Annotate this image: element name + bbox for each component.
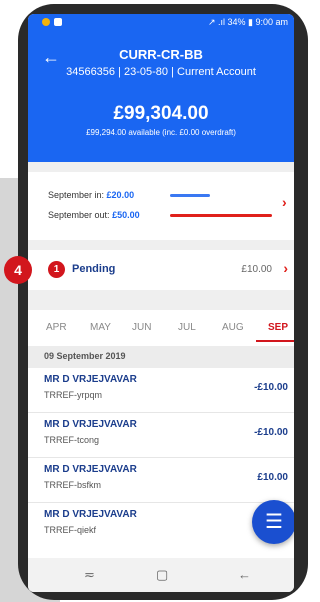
step-callout: 4 — [4, 256, 32, 284]
transaction-ref: TRREF-yrpqm — [44, 390, 102, 400]
money-out-row: September out: £50.00 — [48, 210, 140, 220]
month-tabs: APR MAY JUN JUL AUG SEP — [28, 310, 294, 344]
transaction-row[interactable]: MR D VRJEJVAVAR TRREF-bsfkm £10.00 — [28, 458, 294, 503]
app-screen: ↗ .ıl 34% ▮ 9:00 am ← CURR-CR-BB 3456635… — [28, 14, 294, 592]
money-out-value: £50.00 — [112, 210, 140, 220]
money-in-label: September in: — [48, 190, 105, 200]
transaction-name: MR D VRJEJVAVAR — [44, 419, 137, 430]
recents-icon[interactable]: ≂ — [84, 567, 95, 583]
tab-aug[interactable]: AUG — [222, 322, 244, 333]
divider — [28, 290, 294, 310]
in-out-summary[interactable]: September in: £20.00 September out: £50.… — [28, 172, 294, 240]
pending-row[interactable]: 1 Pending £10.00 › — [28, 250, 294, 290]
status-right: ↗ .ıl 34% ▮ 9:00 am — [207, 17, 288, 27]
transaction-amount: -£10.00 — [254, 427, 288, 438]
menu-icon: ☰ — [265, 511, 283, 533]
date-header-label: 09 September 2019 — [44, 351, 126, 361]
back-icon[interactable]: ← — [238, 567, 251, 582]
home-icon[interactable]: ▢ — [156, 567, 168, 583]
chevron-right-icon: › — [283, 260, 288, 276]
date-header: 09 September 2019 — [28, 346, 294, 368]
transaction-row[interactable]: MR D VRJEJVAVAR TRREF-yrpqm -£10.00 — [28, 368, 294, 413]
transaction-name: MR D VRJEJVAVAR — [44, 464, 137, 475]
account-balance: £99,304.00 — [113, 103, 209, 124]
status-bar: ↗ .ıl 34% ▮ 9:00 am — [28, 16, 294, 32]
money-out-bar — [170, 214, 272, 217]
money-in-row: September in: £20.00 — [48, 190, 134, 200]
status-icons — [42, 18, 62, 26]
transaction-amount: £10.00 — [257, 472, 288, 483]
available-balance: £99,294.00 available (inc. £0.00 overdra… — [86, 128, 236, 137]
pending-amount: £10.00 — [241, 264, 272, 275]
transaction-row[interactable]: MR D VRJEJVAVAR TRREF-tcong -£10.00 — [28, 413, 294, 458]
transaction-amount: -£10.00 — [254, 382, 288, 393]
tab-jul[interactable]: JUL — [178, 322, 196, 333]
tab-sep[interactable]: SEP — [268, 322, 288, 333]
divider — [28, 162, 294, 172]
chevron-right-icon[interactable]: › — [282, 194, 287, 210]
divider — [28, 240, 294, 250]
tab-jun[interactable]: JUN — [132, 322, 151, 333]
system-nav-bar: ≂ ▢ ← — [28, 558, 294, 592]
notification-icon — [42, 18, 50, 26]
pending-label: Pending — [72, 263, 116, 275]
transaction-name: MR D VRJEJVAVAR — [44, 509, 137, 520]
gallery-icon — [54, 18, 62, 26]
account-header: ↗ .ıl 34% ▮ 9:00 am ← CURR-CR-BB 3456635… — [28, 14, 294, 162]
money-in-bar — [170, 194, 210, 197]
account-name: CURR-CR-BB — [119, 47, 203, 62]
transaction-ref: TRREF-bsfkm — [44, 480, 101, 490]
active-tab-indicator — [256, 340, 294, 342]
menu-fab-button[interactable]: ☰ — [252, 500, 294, 544]
money-out-label: September out: — [48, 210, 110, 220]
transaction-ref: TRREF-qiekf — [44, 525, 97, 535]
transaction-name: MR D VRJEJVAVAR — [44, 374, 137, 385]
account-details: 34566356 | 23-05-80 | Current Account — [66, 66, 256, 78]
transaction-ref: TRREF-tcong — [44, 435, 100, 445]
pending-count-badge: 1 — [48, 261, 65, 278]
tab-apr[interactable]: APR — [46, 322, 67, 333]
tab-may[interactable]: MAY — [90, 322, 111, 333]
money-in-value: £20.00 — [106, 190, 135, 200]
